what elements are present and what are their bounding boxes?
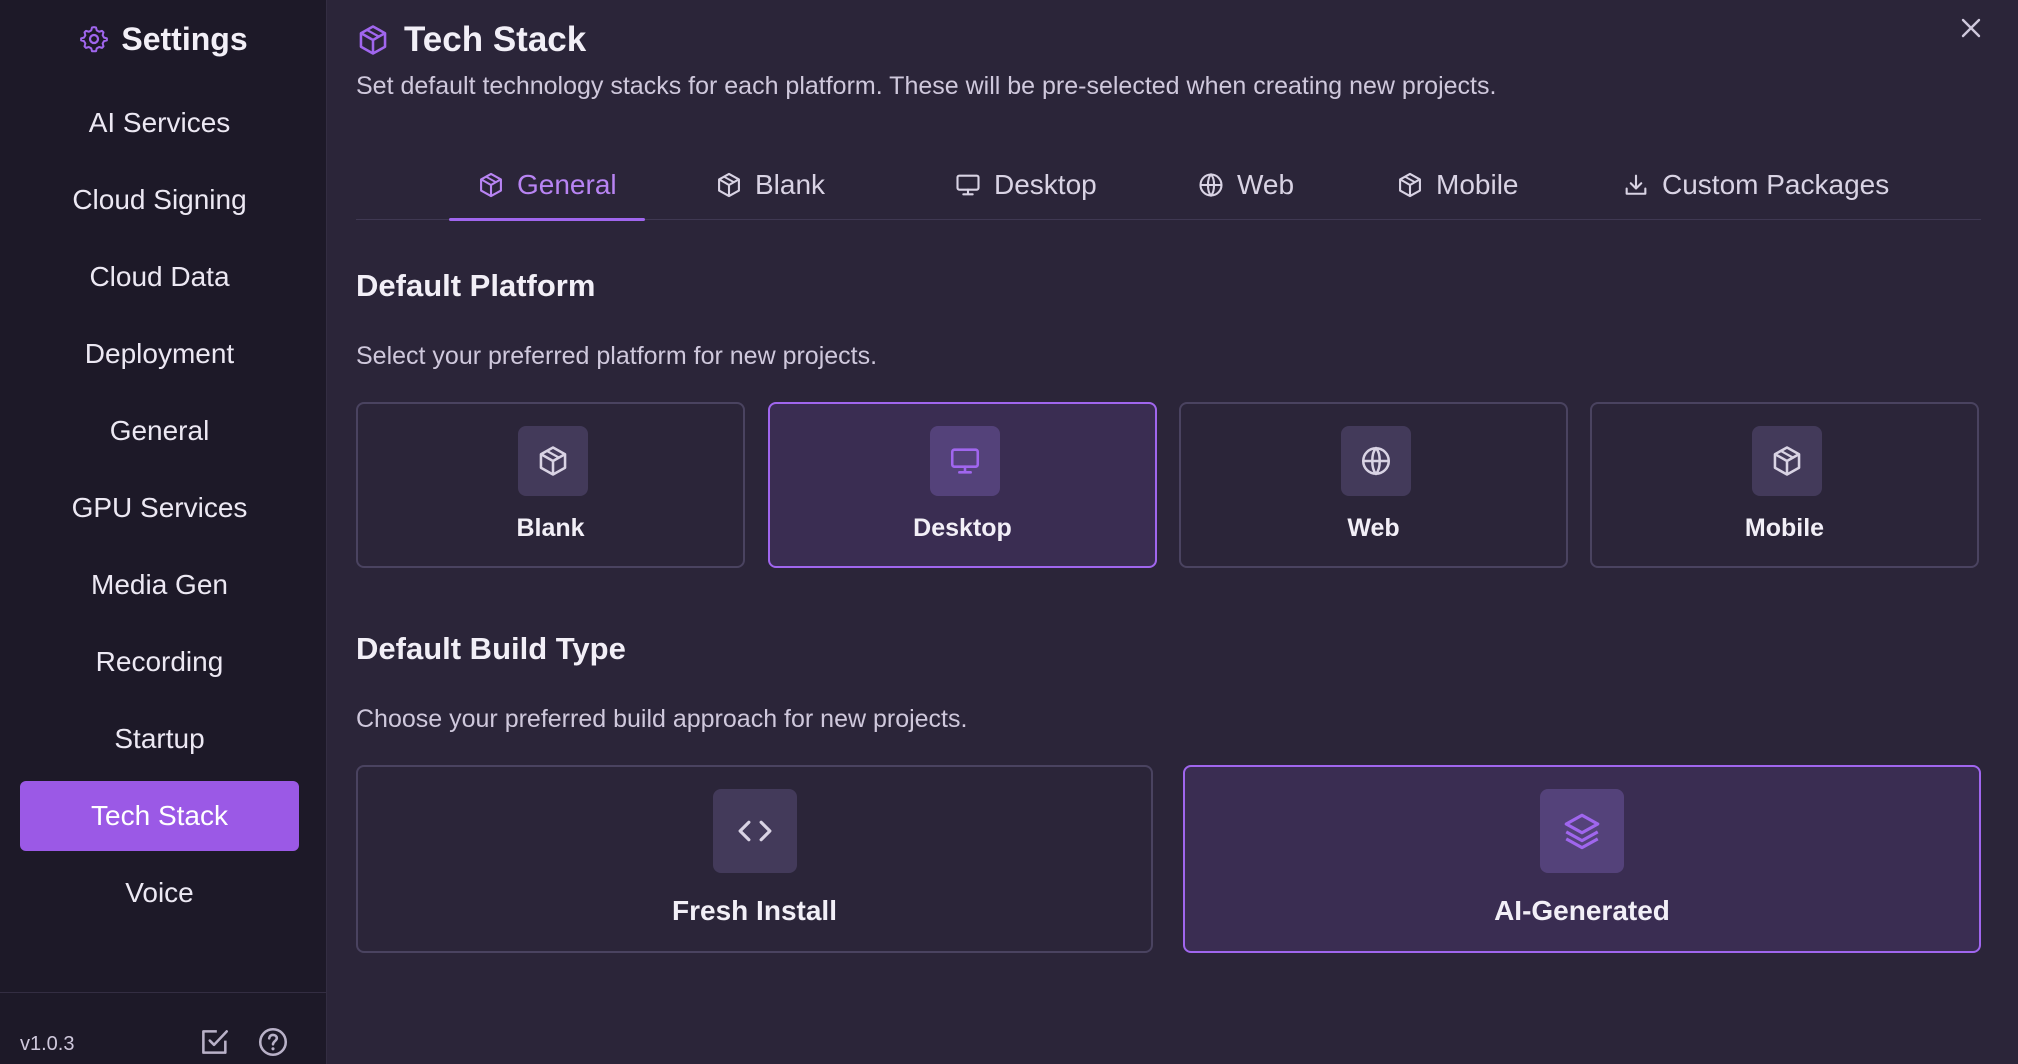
- sidebar-item-recording[interactable]: Recording: [20, 627, 299, 697]
- section-desc-build: Choose your preferred build approach for…: [356, 705, 968, 733]
- tab-web[interactable]: Web: [1197, 150, 1294, 220]
- cube-icon: [518, 426, 588, 496]
- build-card-label: AI-Generated: [1494, 895, 1670, 926]
- monitor-icon: [930, 426, 1000, 496]
- page-description: Set default technology stacks for each p…: [356, 72, 1497, 100]
- platform-card-label: Blank: [516, 514, 585, 542]
- gear-icon: [79, 24, 109, 54]
- page-header: Tech Stack: [356, 18, 586, 62]
- checkbox-icon[interactable]: [197, 1025, 231, 1059]
- section-title-build: Default Build Type: [356, 631, 626, 666]
- sidebar-item-startup[interactable]: Startup: [20, 704, 299, 774]
- sidebar-item-media-gen[interactable]: Media Gen: [20, 550, 299, 620]
- globe-icon: [1197, 171, 1225, 199]
- main-panel: Tech Stack Set default technology stacks…: [328, 0, 2018, 1064]
- platform-card-label: Desktop: [913, 514, 1012, 542]
- sidebar-title: Settings: [121, 20, 248, 57]
- version-label: v1.0.3: [20, 1033, 75, 1055]
- tab-general[interactable]: General: [449, 150, 645, 221]
- tab-mobile[interactable]: Mobile: [1396, 150, 1518, 220]
- page-title: Tech Stack: [404, 20, 587, 59]
- tab-desktop[interactable]: Desktop: [954, 150, 1097, 220]
- sidebar: Settings AI Services Cloud Signing Cloud…: [0, 0, 327, 1064]
- section-title-platform: Default Platform: [356, 268, 596, 303]
- section-desc-platform: Select your preferred platform for new p…: [356, 342, 878, 370]
- download-icon: [1622, 171, 1650, 199]
- platform-card-label: Web: [1347, 514, 1400, 542]
- monitor-icon: [954, 171, 982, 199]
- sidebar-item-tech-stack[interactable]: Tech Stack: [20, 781, 299, 851]
- globe-icon: [1341, 426, 1411, 496]
- sidebar-item-ai-services[interactable]: AI Services: [20, 88, 299, 158]
- tab-label: Blank: [755, 169, 826, 200]
- sidebar-footer: v1.0.3: [0, 992, 327, 1064]
- platform-card-label: Mobile: [1744, 514, 1825, 542]
- sidebar-item-deployment[interactable]: Deployment: [20, 319, 299, 389]
- tab-label: Desktop: [994, 169, 1097, 200]
- close-icon[interactable]: [1955, 12, 1987, 44]
- tab-blank[interactable]: Blank: [715, 150, 825, 220]
- sidebar-item-cloud-data[interactable]: Cloud Data: [20, 242, 299, 312]
- layers-icon: [1540, 789, 1624, 873]
- sidebar-nav: AI Services Cloud Signing Cloud Data Dep…: [20, 88, 299, 935]
- tab-label: Custom Packages: [1662, 169, 1890, 200]
- code-icon: [713, 789, 797, 873]
- build-card-label: Fresh Install: [672, 895, 837, 926]
- sidebar-item-voice[interactable]: Voice: [20, 858, 299, 928]
- platform-card-mobile[interactable]: Mobile: [1590, 402, 1979, 568]
- sidebar-item-general[interactable]: General: [20, 396, 299, 466]
- cube-icon: [1752, 426, 1822, 496]
- tab-label: Web: [1237, 169, 1295, 200]
- platform-card-blank[interactable]: Blank: [356, 402, 745, 568]
- tab-label: General: [517, 169, 617, 200]
- cube-icon: [356, 23, 390, 57]
- sidebar-item-cloud-signing[interactable]: Cloud Signing: [20, 165, 299, 235]
- platform-card-desktop[interactable]: Desktop: [768, 402, 1157, 568]
- build-card-ai-generated[interactable]: AI-Generated: [1183, 765, 1981, 953]
- sidebar-item-gpu-services[interactable]: GPU Services: [20, 473, 299, 543]
- tab-bar: General Blank Desktop Web Mobile Custom …: [356, 150, 1981, 221]
- platform-card-web[interactable]: Web: [1179, 402, 1568, 568]
- sidebar-header: Settings: [0, 14, 327, 64]
- build-card-fresh-install[interactable]: Fresh Install: [356, 765, 1153, 953]
- tab-custom-packages[interactable]: Custom Packages: [1622, 150, 1889, 220]
- tab-label: Mobile: [1436, 169, 1519, 200]
- cube-icon: [715, 171, 743, 199]
- cube-icon: [477, 171, 505, 199]
- help-icon[interactable]: [256, 1025, 290, 1059]
- cube-icon: [1396, 171, 1424, 199]
